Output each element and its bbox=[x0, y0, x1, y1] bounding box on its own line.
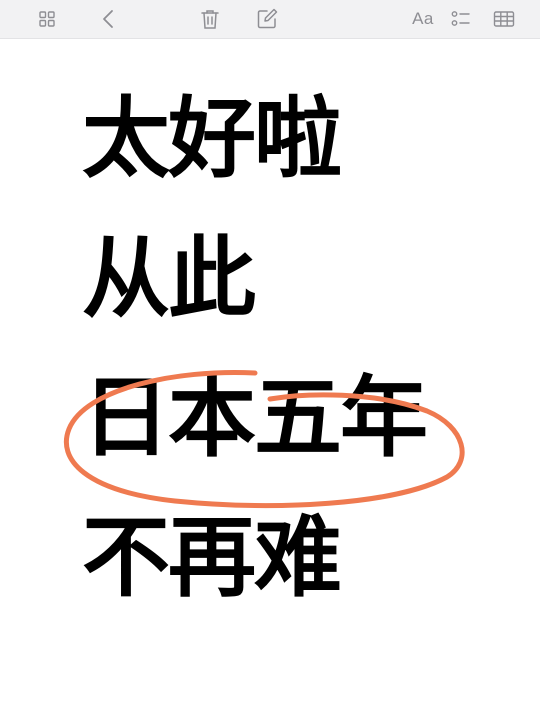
checklist-button[interactable] bbox=[446, 4, 476, 34]
text-format-button[interactable]: Aa bbox=[406, 4, 440, 34]
notes-app-screen: Aa 太好啦 从此 日本五年 不再难 bbox=[0, 0, 540, 720]
trash-icon bbox=[201, 10, 219, 29]
text-format-icon: Aa bbox=[412, 9, 434, 28]
note-body[interactable]: 太好啦 从此 日本五年 不再难 bbox=[0, 39, 540, 720]
note-line-4: 不再难 bbox=[82, 506, 342, 609]
compose-icon bbox=[257, 8, 278, 29]
table-button[interactable] bbox=[489, 4, 519, 34]
compose-button[interactable] bbox=[252, 4, 282, 34]
note-line-1: 太好啦 bbox=[82, 87, 342, 190]
back-button[interactable] bbox=[94, 4, 124, 34]
note-line-3: 日本五年 bbox=[82, 366, 428, 469]
note-line-2: 从此 bbox=[82, 227, 256, 330]
checklist-icon bbox=[451, 11, 470, 26]
grid-view-icon bbox=[39, 11, 55, 27]
delete-button[interactable] bbox=[195, 4, 225, 34]
grid-view-button[interactable] bbox=[32, 4, 62, 34]
toolbar: Aa bbox=[0, 0, 540, 39]
chevron-left-icon bbox=[103, 10, 113, 28]
table-icon bbox=[493, 11, 515, 27]
